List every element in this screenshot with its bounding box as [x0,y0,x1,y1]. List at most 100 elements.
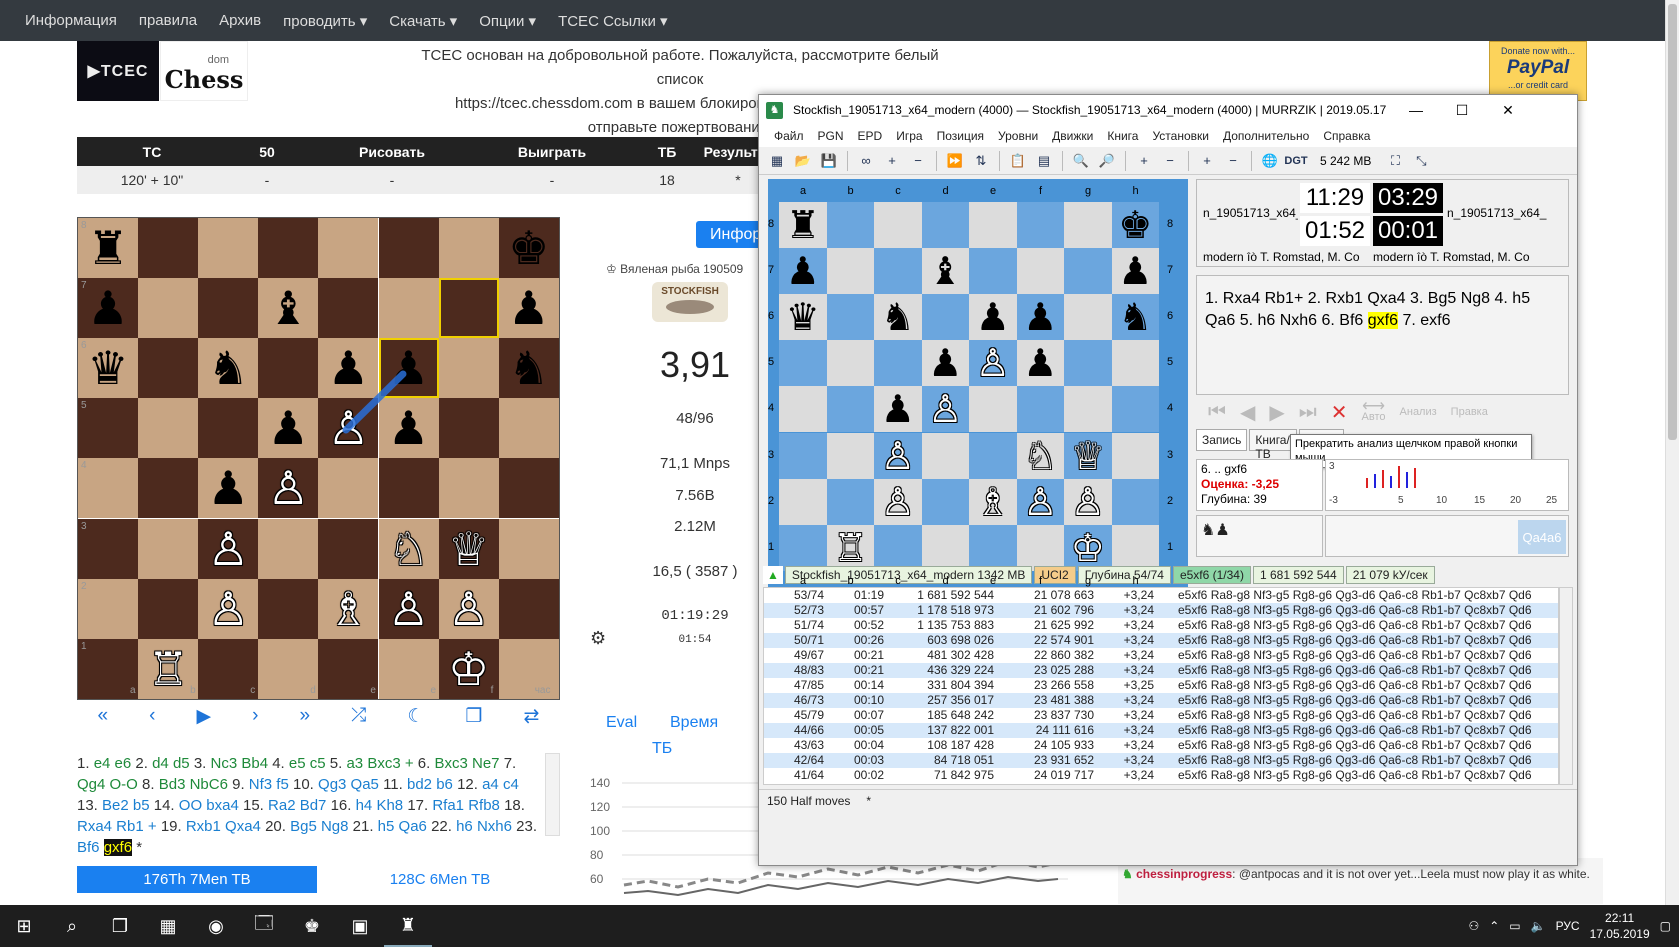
chess-piece[interactable]: ♙ [258,458,318,518]
app-chess-piece[interactable]: ♟ [874,386,922,432]
move-link[interactable]: h5 Qa6 [378,818,427,835]
app-board-square[interactable] [969,248,1017,295]
board-square[interactable] [78,638,138,699]
app-chess-piece[interactable]: ♗ [969,479,1017,525]
nav-options[interactable]: Опции ▾ [468,12,547,30]
nav-last-icon[interactable]: ⏭ [1299,401,1317,424]
fen-icon[interactable]: ▤ [1032,150,1056,172]
tab-176th-7men-tb[interactable]: 176Th 7Men TB [77,866,317,893]
app-board-square[interactable] [826,248,874,295]
app-board-square[interactable] [1111,432,1159,479]
app-icon[interactable]: ♞ [766,102,783,119]
app-board-square[interactable] [779,432,827,479]
globe-icon[interactable]: 🌐 [1258,150,1282,172]
moon-icon[interactable]: ☾ [407,705,424,728]
chess-piece[interactable]: ♙ [198,519,258,579]
app-board-square[interactable] [1111,386,1159,433]
engine-line[interactable]: 53/74 01:19 1 681 592 544 21 078 663 +3,24 e5… [764,588,1558,603]
chrome-icon[interactable]: ◉ [192,905,240,947]
clipboard-icon[interactable]: 📋 [1006,150,1030,172]
chess-piece[interactable]: ♗ [318,579,378,639]
gear-icon[interactable]: ⚙ [590,628,606,649]
engine-line[interactable]: 44/66 00:05 137 822 001 24 111 616 +3,24 e5xf… [764,723,1558,738]
chessdom-logo[interactable]: dom Chess [160,41,248,101]
app-chess-piece[interactable]: ♙ [969,340,1017,386]
app-chess-piece[interactable]: ♚ [1112,202,1160,248]
explorer-icon[interactable]: 🗔 [240,905,288,947]
move-link[interactable]: Rxb1 Qxa4 [186,818,261,835]
menu-item[interactable]: Дополнительно [1216,129,1316,143]
chess-piece[interactable]: ♙ [439,579,499,639]
notation-pane[interactable]: 1. Rxa4 Rb1+ 2. Rxb1 Qxa4 3. Bg5 Ng8 4. … [1196,275,1569,395]
move-link[interactable]: h6 Nxh6 [456,818,512,835]
play-button[interactable]: ▶ [196,705,211,728]
board-square[interactable] [258,338,319,399]
page-scrollbar[interactable] [1665,0,1679,905]
chess-piece[interactable]: ♝ [258,278,318,338]
menu-item[interactable]: Игра [889,129,929,143]
board-square[interactable] [378,638,439,699]
active-app-icon[interactable]: ♜ [384,905,432,947]
move-link[interactable]: OO bxa4 [179,797,239,814]
board-square[interactable] [78,578,138,639]
board-square[interactable] [498,578,559,639]
move-link[interactable]: Nf3 f5 [249,776,289,793]
chess-piece[interactable]: ♛ [78,338,138,398]
chess-piece[interactable]: ♟ [499,278,559,338]
app-chess-piece[interactable]: ♝ [922,248,970,294]
app-board-square[interactable] [1111,478,1159,525]
board-square[interactable] [198,638,259,699]
pgn-minus-icon[interactable]: − [1158,150,1182,172]
move-link[interactable]: Bd3 NbC6 [159,776,228,793]
app-board-square[interactable] [779,478,827,525]
chess-piece[interactable]: ♙ [198,579,258,639]
app-board-square[interactable] [1064,202,1112,249]
board-square[interactable] [138,458,199,519]
app-chess-piece[interactable]: ♕ [1064,433,1112,479]
chess-piece[interactable]: ♟ [379,338,439,398]
board-square[interactable] [138,218,199,278]
zoom-in-icon[interactable]: 🔍 [1069,150,1093,172]
first-move-button[interactable]: « [98,705,109,727]
engine-output-lines[interactable]: 53/74 01:19 1 681 592 544 21 078 663 +3,24 e5… [763,587,1559,785]
search-icon[interactable]: ⌕ [48,905,96,947]
app-board-square[interactable] [779,386,827,433]
app-board-square[interactable] [1016,386,1064,433]
engine-line[interactable]: 41/64 00:02 71 842 975 24 019 717 +3,24 e5xf6… [764,768,1558,783]
archive-icon[interactable]: ▣ [336,905,384,947]
move-link[interactable]: bd2 b6 [407,776,453,793]
app-board-square[interactable] [921,432,969,479]
app-board-square[interactable] [826,478,874,525]
chess-piece[interactable]: ♙ [379,579,439,639]
app-board-square[interactable] [1064,294,1112,341]
engine-line[interactable]: 45/79 00:07 185 648 242 23 837 730 +3,24 e5xf… [764,708,1558,723]
paypal-donate-button[interactable]: Donate now with... PayPal ...or credit c… [1489,41,1587,101]
flip-board-icon[interactable]: ⇄ [524,705,540,728]
board-square[interactable] [138,518,199,579]
engine-line[interactable]: 46/73 00:10 257 356 017 23 481 388 +3,24 e5xf… [764,693,1558,708]
tab-128c-6men-tb[interactable]: 128C 6Men TB [340,866,540,893]
chess-piece[interactable]: ♜ [78,218,138,278]
app-chess-piece[interactable]: ♙ [874,479,922,525]
chess-piece[interactable]: ♟ [379,398,439,458]
menu-item[interactable]: Позиция [930,129,991,143]
board-square[interactable] [258,578,319,639]
app-board-square[interactable] [969,202,1017,249]
notation-current-move[interactable]: gxf6 [1367,312,1399,329]
app-board-square[interactable] [1016,524,1064,571]
menu-item[interactable]: Установки [1145,129,1215,143]
calculator-icon[interactable]: ▦ [144,905,192,947]
web-chess-board[interactable]: ♜ ♚ ♟ ♝ ♟ ♛ ♞ ♟ ♟ ♞ ♟ ♙ ♟ ♟ ♙ ♙ ♘ ♕ ♙ ♗ ♙ ♙ ♖ ♔ 8 7 6 5 4 3 2 1 a b c d e e f ч… [77,217,560,700]
lev-minus-icon[interactable]: − [906,150,930,172]
board-square[interactable] [198,218,259,278]
chess-piece[interactable]: ♔ [439,639,499,699]
app-chess-piece[interactable]: ♟ [1017,294,1065,340]
menu-item[interactable]: Движки [1045,129,1100,143]
chess-piece[interactable]: ♚ [499,218,559,278]
open-icon[interactable]: 📂 [791,150,815,172]
chess-piece[interactable]: ♘ [379,519,439,579]
nav-prev-icon[interactable]: ◀ [1240,400,1255,425]
nav-archive[interactable]: Архив [208,12,272,29]
board-square[interactable] [258,638,319,699]
forward-icon[interactable]: ⏩ [943,150,967,172]
